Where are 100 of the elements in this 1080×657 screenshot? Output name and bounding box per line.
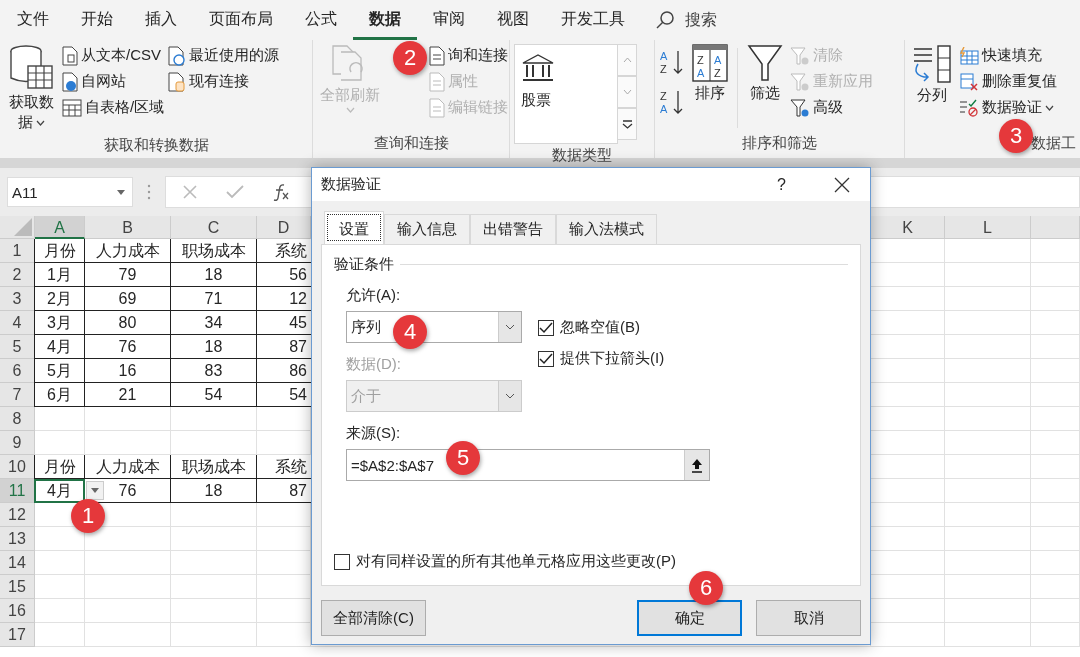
ribbon-tab[interactable]: 插入 — [129, 0, 193, 40]
dialog-tab[interactable]: 输入法模式 — [556, 214, 657, 244]
split-columns-icon — [912, 44, 952, 84]
column-header[interactable]: C — [171, 216, 257, 239]
row-header[interactable]: 7 — [0, 383, 35, 407]
drag-handle-icon[interactable] — [147, 184, 151, 200]
checkbox[interactable]: 提供下拉箭头(I) — [538, 349, 665, 368]
expand-icon — [621, 119, 633, 129]
ribbon-command[interactable]: 自网站 — [62, 70, 165, 93]
help-button[interactable]: ? — [777, 175, 786, 194]
ribbon-tab[interactable]: 文件 — [1, 0, 65, 40]
table-icon — [62, 98, 82, 117]
column-header[interactable]: D — [257, 216, 311, 239]
row-header[interactable]: 16 — [0, 599, 35, 623]
more-button[interactable] — [618, 108, 637, 140]
row-header[interactable]: 12 — [0, 503, 35, 527]
funnel-icon — [747, 44, 783, 82]
ribbon-command[interactable]: 现有连接 — [168, 70, 280, 93]
caret-icon — [117, 189, 125, 195]
ribbon-command[interactable]: 高级 — [790, 96, 873, 119]
sort-table-icon: Z A A Z — [692, 44, 728, 82]
row-header[interactable]: 13 — [0, 527, 35, 551]
row-header[interactable]: 15 — [0, 575, 35, 599]
ribbon-tab[interactable]: 开发工具 — [545, 0, 641, 40]
cancel-icon[interactable] — [182, 184, 198, 200]
ribbon-tab[interactable]: 页面布局 — [193, 0, 289, 40]
column-header[interactable]: L — [945, 216, 1031, 239]
checkbox[interactable]: 忽略空值(B) — [538, 318, 665, 337]
ribbon-tab[interactable]: 审阅 — [417, 0, 481, 40]
table-cell — [1031, 527, 1080, 551]
bank-icon — [521, 53, 555, 83]
ribbon-command[interactable]: 删除重复值 — [959, 70, 1057, 93]
step-badge: 1 — [71, 499, 105, 533]
ribbon-command[interactable]: 询和连接 — [429, 44, 508, 67]
table-cell: 80 — [85, 311, 171, 335]
row-header[interactable]: 1 — [0, 239, 35, 263]
dialog-tab[interactable]: 设置 — [324, 211, 384, 244]
row-header[interactable]: 6 — [0, 359, 35, 383]
table-cell — [1031, 383, 1080, 407]
column-header[interactable]: K — [871, 216, 945, 239]
ribbon-command[interactable]: 数据验证 — [959, 96, 1057, 119]
row-header[interactable]: 9 — [0, 431, 35, 455]
filter-button[interactable]: 筛选 — [744, 42, 786, 105]
column-header[interactable]: A — [35, 216, 85, 239]
check-icon[interactable] — [226, 185, 244, 199]
chevron-down-icon — [505, 393, 515, 399]
row-header[interactable]: 4 — [0, 311, 35, 335]
table-cell: 人力成本 — [85, 239, 171, 263]
ribbon-tab[interactable]: 视图 — [481, 0, 545, 40]
text-to-columns-button[interactable]: 分列 — [909, 42, 955, 107]
table-cell — [1031, 287, 1080, 311]
search-box[interactable]: 搜索 — [655, 9, 717, 31]
row-header[interactable]: 14 — [0, 551, 35, 575]
row-header[interactable]: 10 — [0, 455, 35, 479]
table-cell: 4月 — [34, 335, 85, 359]
scroll-up-button[interactable] — [618, 44, 637, 76]
clock-document-icon — [168, 45, 187, 66]
dialog-button[interactable]: 全部清除(C) — [321, 600, 426, 636]
dialog-button[interactable]: 确定 — [637, 600, 742, 636]
document-icon — [429, 97, 445, 118]
caret-icon — [35, 120, 45, 127]
function-icon[interactable] — [272, 183, 290, 201]
caret-icon — [1045, 104, 1054, 111]
table-cell — [1031, 551, 1080, 575]
dialog-tab[interactable]: 输入信息 — [384, 214, 470, 244]
row-header[interactable]: 17 — [0, 623, 35, 647]
table-cell: 76 — [85, 479, 171, 503]
dropdown-button[interactable] — [498, 312, 521, 342]
dropdown-button[interactable] — [498, 381, 521, 411]
table-cell: 18 — [171, 479, 257, 503]
row-header[interactable]: 8 — [0, 407, 35, 431]
table-cell: 2月 — [34, 287, 85, 311]
ribbon-command[interactable]: 最近使用的源 — [168, 44, 280, 67]
name-box[interactable]: A11 — [7, 177, 133, 207]
table-cell: 5月 — [34, 359, 85, 383]
dialog-button[interactable]: 取消 — [756, 600, 861, 636]
ribbon-command[interactable]: 快速填充 — [959, 44, 1057, 67]
table-cell: 71 — [171, 287, 257, 311]
row-header[interactable]: 5 — [0, 335, 35, 359]
get-data-button[interactable]: 获取数据 — [4, 42, 58, 134]
ribbon-command[interactable]: 从文本/CSV — [62, 44, 165, 67]
close-icon[interactable] — [834, 176, 850, 193]
row-header[interactable]: 3 — [0, 287, 35, 311]
ribbon-tab[interactable]: 开始 — [65, 0, 129, 40]
dialog-tab[interactable]: 出错警告 — [470, 214, 556, 244]
select-all-icon[interactable] — [14, 218, 32, 236]
checkbox[interactable]: 对有同样设置的所有其他单元格应用这些更改(P) — [334, 552, 848, 571]
row-header[interactable]: 11 — [0, 479, 35, 503]
ribbon-command[interactable]: 自表格/区域 — [62, 96, 165, 119]
column-header[interactable]: B — [85, 216, 171, 239]
stocks-button[interactable]: 股票 — [521, 53, 611, 110]
ribbon-tab[interactable]: 公式 — [289, 0, 353, 40]
table-cell — [1031, 263, 1080, 287]
sort-button[interactable]: Z A A Z 排序 — [689, 42, 731, 105]
collapse-button[interactable] — [684, 450, 709, 480]
column-header[interactable] — [1031, 216, 1080, 239]
caret-icon — [91, 488, 99, 493]
row-header[interactable]: 2 — [0, 263, 35, 287]
cell-dropdown-button[interactable] — [86, 481, 104, 500]
group-title: 数据类型 — [551, 145, 613, 165]
